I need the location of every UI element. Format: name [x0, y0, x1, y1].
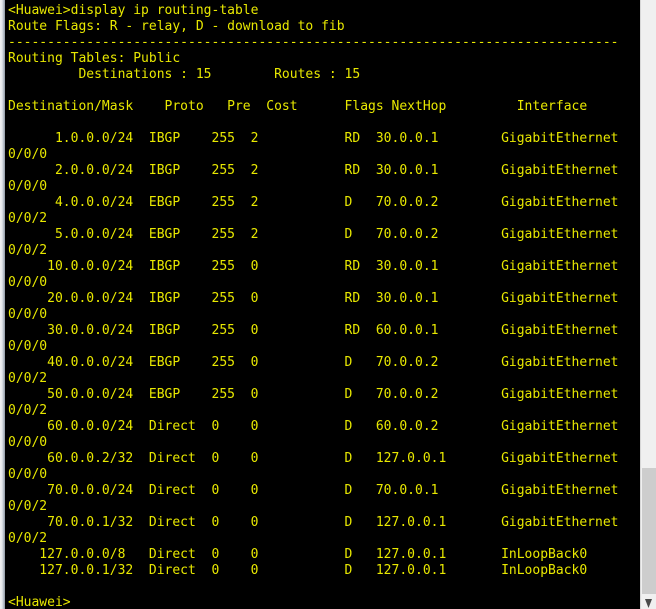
scrollbar-thumb[interactable]: [642, 468, 656, 594]
vertical-scrollbar[interactable]: [640, 0, 656, 609]
scroll-down-arrow-icon[interactable]: [645, 599, 652, 608]
terminal-screen[interactable]: <Huawei>display ip routing-table Route F…: [5, 0, 640, 609]
terminal-window: <Huawei>display ip routing-table Route F…: [0, 0, 656, 609]
console-output-text: <Huawei>display ip routing-table Route F…: [5, 0, 640, 609]
